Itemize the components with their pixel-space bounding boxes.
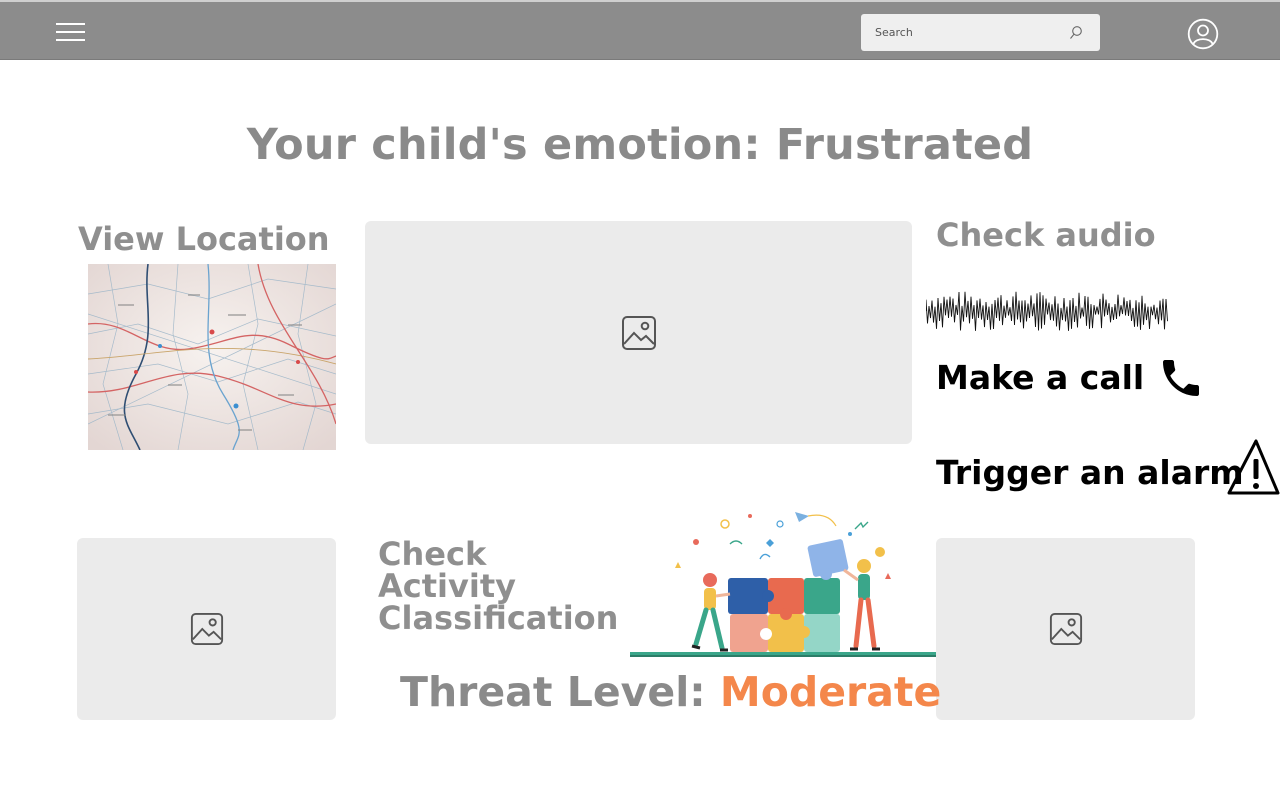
image-placeholder-icon xyxy=(190,612,223,646)
search-input[interactable] xyxy=(861,14,1075,51)
activity-label-line: Classification xyxy=(378,599,619,637)
view-location-link[interactable]: View Location xyxy=(78,220,330,258)
threat-level-label: Threat Level: xyxy=(400,668,706,716)
search-icon[interactable] xyxy=(1068,25,1084,41)
image-placeholder-icon xyxy=(621,315,656,350)
location-map-image[interactable] xyxy=(88,264,336,450)
bottom-left-image-placeholder[interactable] xyxy=(77,538,336,720)
phone-icon[interactable] xyxy=(1157,354,1205,402)
threat-level-value: Moderate xyxy=(719,668,942,716)
activity-label-line: Activity xyxy=(378,567,516,605)
puzzle-team-illustration xyxy=(630,512,936,657)
image-placeholder-icon xyxy=(1049,612,1082,646)
camera-feed-placeholder[interactable] xyxy=(365,221,912,444)
check-activity-classification-link[interactable]: Check Activity Classification xyxy=(378,538,618,634)
top-navigation-bar xyxy=(0,0,1280,60)
bottom-right-image-placeholder[interactable] xyxy=(936,538,1195,720)
make-call-button[interactable]: Make a call xyxy=(936,358,1144,397)
activity-label-line: Check xyxy=(378,535,487,573)
page-title: Your child's emotion: Frustrated xyxy=(246,120,1034,170)
warning-icon[interactable] xyxy=(1227,437,1280,497)
threat-level: Threat Level: Moderate xyxy=(400,668,941,716)
trigger-alarm-button[interactable]: Trigger an alarm xyxy=(936,453,1244,492)
check-audio-link[interactable]: Check audio xyxy=(936,216,1156,254)
search-box xyxy=(861,14,1100,51)
waveform-path xyxy=(926,291,1168,331)
menu-icon[interactable] xyxy=(56,22,86,42)
user-account-icon[interactable] xyxy=(1187,18,1219,50)
audio-waveform[interactable] xyxy=(926,290,1168,332)
